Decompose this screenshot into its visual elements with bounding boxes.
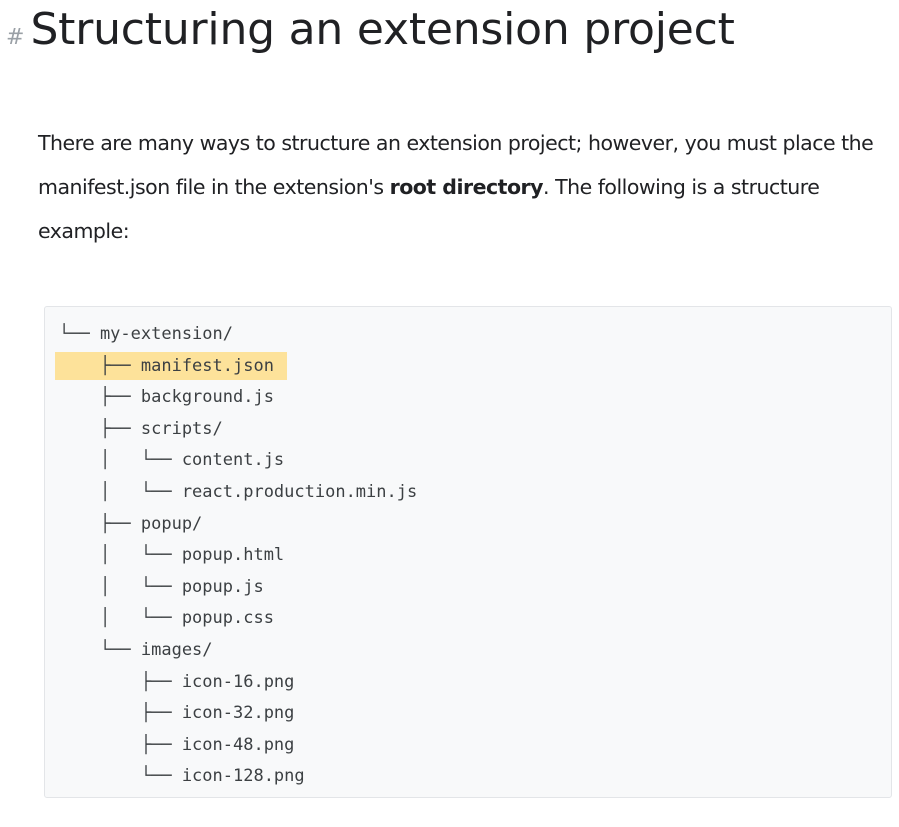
code-line: ├── icon-32.png: [45, 698, 891, 730]
code-line: │ └── popup.js: [45, 572, 891, 604]
code-line-text: └── my-extension/: [59, 324, 233, 344]
code-lines: └── my-extension/ ├── manifest.json ├── …: [45, 319, 891, 793]
code-line-text: └── images/: [59, 639, 213, 660]
code-line-text: │ └── react.production.min.js: [59, 481, 418, 502]
code-line: │ └── react.production.min.js: [45, 477, 891, 509]
code-line-text: ├── icon-48.png: [59, 734, 295, 755]
code-line: └── images/: [45, 635, 891, 667]
code-line: └── icon-128.png: [45, 761, 891, 793]
code-line: └── my-extension/: [45, 319, 891, 351]
intro-bold-text: root directory: [389, 175, 544, 199]
code-line: │ └── popup.css: [45, 603, 891, 635]
code-line: ├── background.js: [45, 382, 891, 414]
code-line: │ └── content.js: [45, 445, 891, 477]
heading-anchor-link[interactable]: #: [6, 25, 24, 50]
code-line-text: └── icon-128.png: [59, 766, 305, 787]
code-line-text: ├── background.js: [59, 387, 274, 408]
code-line-text: │ └── content.js: [59, 450, 285, 471]
code-line: ├── scripts/: [45, 414, 891, 446]
code-line-text: ├── icon-32.png: [59, 703, 295, 724]
code-line-highlighted: ├── manifest.json: [45, 351, 891, 383]
code-line: ├── icon-48.png: [45, 730, 891, 762]
code-line-text: ├── popup/: [59, 513, 203, 534]
page-title: Structuring an extension project: [30, 4, 735, 55]
code-line: │ └── popup.html: [45, 540, 891, 572]
code-line-text: │ └── popup.js: [59, 576, 264, 597]
section-heading: # Structuring an extension project: [6, 4, 735, 55]
intro-paragraph: There are many ways to structure an exte…: [38, 121, 898, 253]
code-line-text: │ └── popup.html: [59, 545, 285, 566]
code-line-text: ├── icon-16.png: [59, 671, 295, 692]
code-line-text: ├── manifest.json: [59, 355, 274, 376]
code-line-text: │ └── popup.css: [59, 608, 274, 629]
code-line: ├── icon-16.png: [45, 667, 891, 699]
code-line: ├── popup/: [45, 509, 891, 541]
code-block: └── my-extension/ ├── manifest.json ├── …: [44, 306, 892, 798]
code-line-text: ├── scripts/: [59, 418, 223, 439]
